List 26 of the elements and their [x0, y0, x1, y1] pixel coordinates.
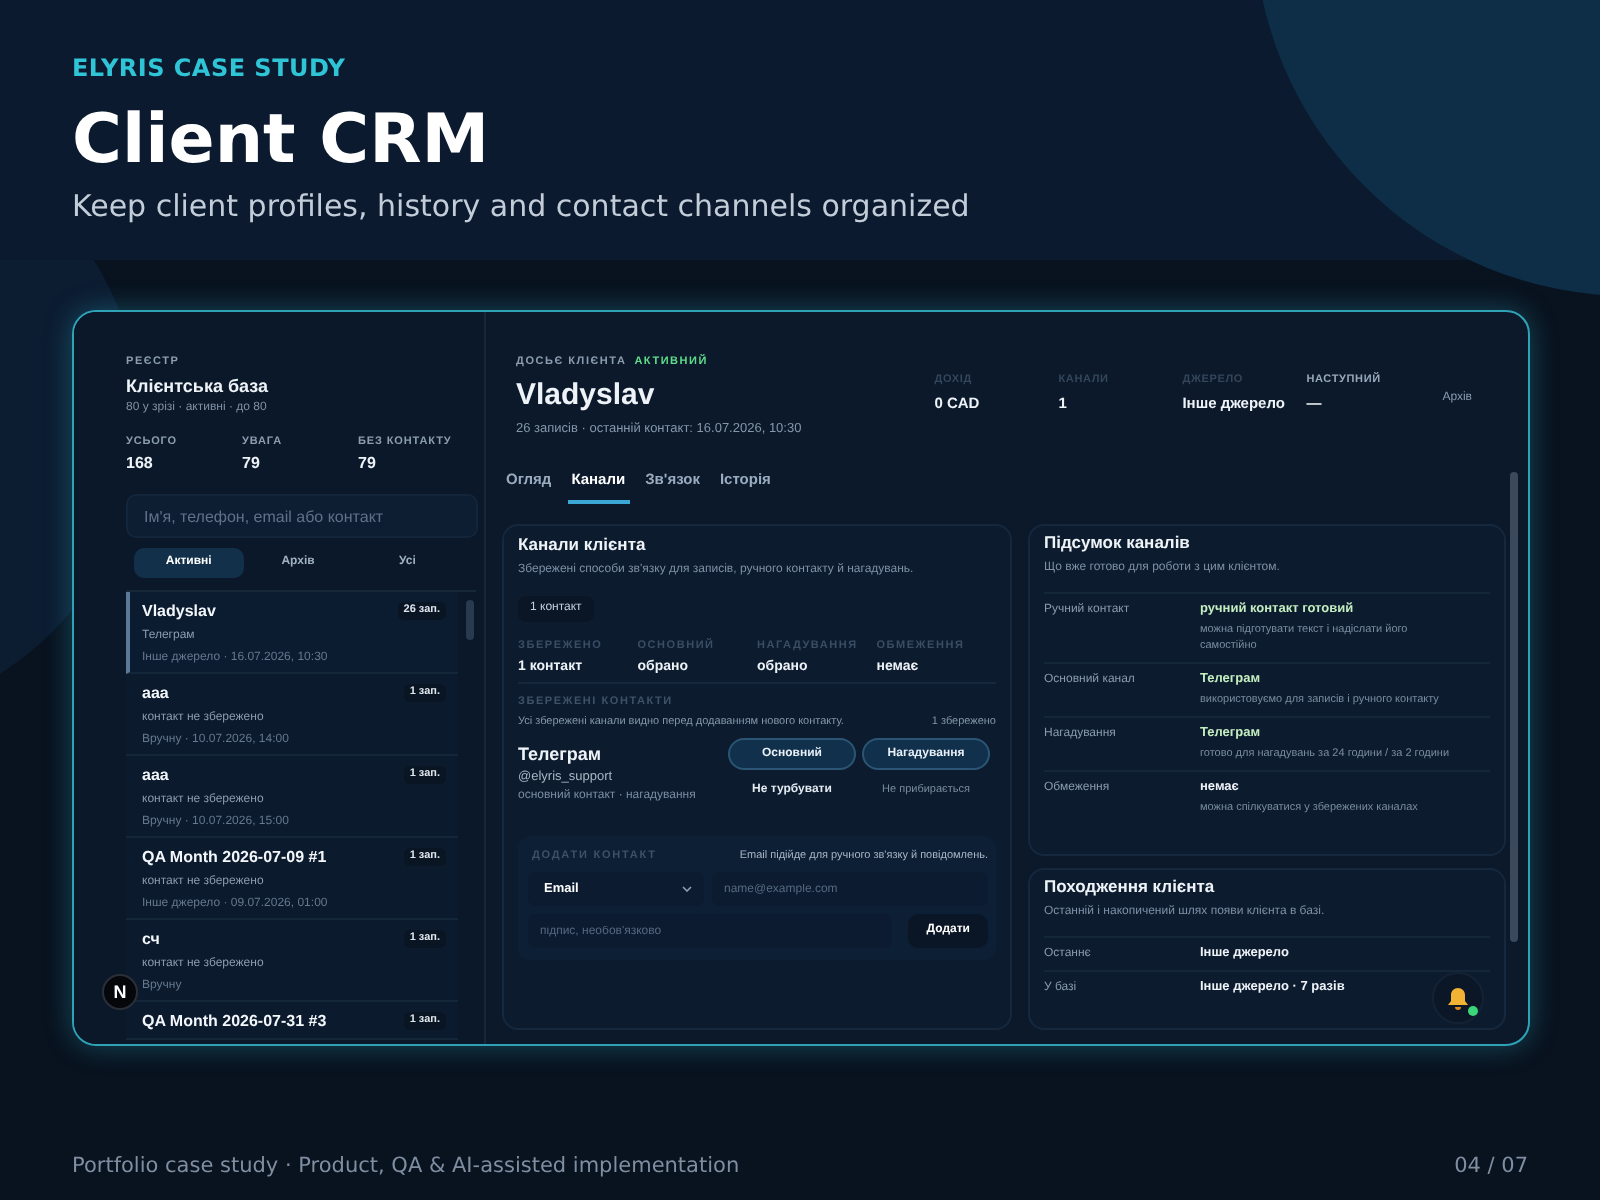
page-title: Client CRM [72, 100, 492, 180]
scrollbar[interactable] [1510, 472, 1518, 942]
client-name: aaa [142, 682, 169, 704]
footer-caption: Portfolio case study · Product, QA & AI-assisted implementation [72, 1152, 740, 1180]
stat-value: 79 [242, 452, 262, 474]
panel-title: Підсумок каналів [1044, 532, 1192, 554]
contact-channel: Телеграм [518, 744, 604, 766]
client-name: QA Month 2026-07-09 #1 [142, 846, 327, 868]
bell-icon [1446, 985, 1470, 1011]
page-number: 04 / 07 [1454, 1152, 1528, 1180]
caret-icon [682, 886, 692, 892]
panel-title: Канали клієнта [518, 534, 648, 556]
stat-value: 79 [358, 452, 378, 474]
client-name: сч [142, 928, 160, 950]
client-name: aaa [142, 764, 169, 786]
panel-title: Походження клієнта [1044, 876, 1217, 898]
sidebar-title: Клієнтська база [126, 374, 270, 398]
client-name: Vladyslav [516, 378, 657, 414]
status-dot-icon [1468, 1006, 1478, 1016]
stat-value: 168 [126, 452, 155, 474]
page-subtitle: Keep client profiles, history and contact channels organized [72, 186, 972, 226]
scrollbar[interactable] [466, 600, 474, 640]
search-field[interactable]: Ім'я, телефон, email або контакт [126, 494, 478, 538]
client-name: QA Month 2026-07-31 #3 [142, 1010, 327, 1032]
client-name: Vladyslav [142, 600, 216, 622]
eyebrow-label: ELYRIS CASE STUDY [72, 52, 348, 84]
